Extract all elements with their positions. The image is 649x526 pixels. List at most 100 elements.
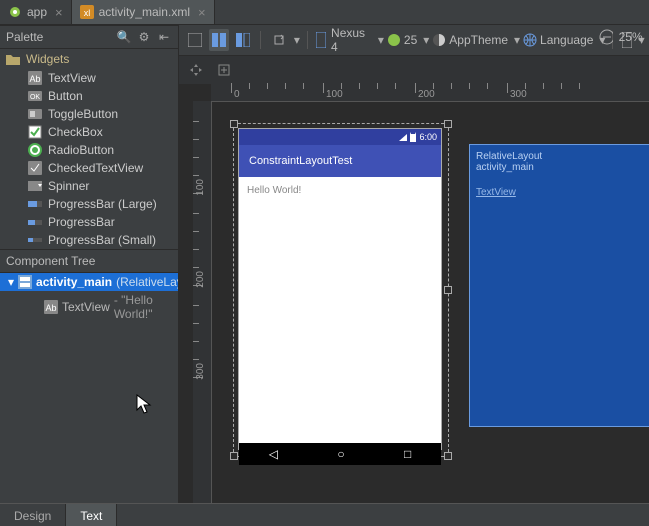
collapse-icon[interactable]: ⇤: [156, 30, 172, 44]
gear-icon[interactable]: ⚙: [136, 30, 152, 44]
palette-item[interactable]: CheckedTextView: [0, 159, 178, 177]
battery-icon: [410, 132, 416, 142]
widget-icon: Ab: [28, 71, 42, 85]
language-selector[interactable]: Language▾: [540, 33, 605, 47]
nav-home-icon[interactable]: ○: [337, 447, 344, 461]
tab-text[interactable]: Text: [66, 504, 117, 526]
palette-item[interactable]: CheckBox: [0, 123, 178, 141]
widgets-folder[interactable]: Widgets: [0, 49, 178, 69]
chevron-down-icon[interactable]: ▾: [294, 33, 300, 47]
resize-handle[interactable]: [230, 120, 238, 128]
tab-activity-main[interactable]: xl activity_main.xml ×: [72, 0, 215, 24]
tab-design[interactable]: Design: [0, 504, 66, 526]
design-toolbar-2: 25%: [179, 56, 649, 84]
svg-text:Ab: Ab: [29, 74, 40, 84]
close-icon[interactable]: ×: [55, 5, 63, 20]
chevron-down-icon: ▾: [514, 33, 520, 47]
canvas[interactable]: 0100200300 100200300 6:00: [179, 83, 649, 503]
palette-item-label: ProgressBar (Large): [48, 197, 157, 211]
view-blueprint-icon[interactable]: [232, 29, 253, 51]
chevron-down-icon: ▾: [423, 33, 429, 47]
tab-app[interactable]: app ×: [0, 0, 72, 24]
panel-title: Component Tree: [6, 254, 172, 268]
widget-icon: [28, 161, 42, 175]
component-name: activity_main: [36, 275, 112, 289]
component-name: TextView: [62, 300, 110, 314]
palette-item-label: TextView: [48, 71, 96, 85]
resize-handle[interactable]: [444, 452, 452, 460]
ruler-horizontal: 0100200300: [211, 83, 649, 102]
orientation-icon[interactable]: [268, 29, 289, 51]
nav-bar: ◁ ○ □: [239, 443, 441, 465]
app-bar: ConstraintLayoutTest: [239, 145, 441, 177]
palette-header: Palette 🔍 ⚙ ⇤: [0, 25, 178, 49]
close-icon[interactable]: ×: [198, 5, 206, 20]
palette-item-label: CheckedTextView: [48, 161, 143, 175]
editor-tabs: app × xl activity_main.xml ×: [0, 0, 649, 25]
blueprint-subtitle: activity_main: [476, 162, 644, 173]
component-tree-child[interactable]: Ab TextView - "Hello World!": [0, 291, 178, 323]
app-title: ConstraintLayoutTest: [249, 155, 352, 167]
nav-back-icon[interactable]: ◁: [269, 447, 278, 461]
widget-icon: [28, 125, 42, 139]
widget-icon: OK: [28, 89, 42, 103]
hello-text[interactable]: Hello World!: [247, 185, 301, 196]
resize-handle[interactable]: [230, 452, 238, 460]
folder-label: Widgets: [26, 52, 69, 66]
zoom-out-icon[interactable]: [599, 30, 613, 44]
palette-item[interactable]: ToggleButton: [0, 105, 178, 123]
layout-icon: [18, 275, 32, 289]
blueprint-title: RelativeLayout: [476, 151, 644, 162]
design-panel: ▾ Nexus 4▾ 25▾ AppTheme▾ Language▾ ▾ 25%: [179, 25, 649, 503]
palette-item[interactable]: OK Button: [0, 87, 178, 105]
android-icon: [387, 33, 401, 47]
globe-icon: [523, 33, 537, 47]
widget-icon: [28, 197, 42, 211]
theme-selector[interactable]: AppTheme▾: [449, 33, 520, 47]
status-time: 6:00: [419, 132, 437, 142]
ruler-vertical: 100200300: [193, 101, 212, 503]
svg-text:Ab: Ab: [45, 303, 56, 313]
resize-handle[interactable]: [444, 120, 452, 128]
palette-item-label: Button: [48, 89, 83, 103]
palette-item[interactable]: Ab TextView: [0, 69, 178, 87]
widget-icon: [28, 233, 42, 247]
palette-item[interactable]: ProgressBar (Large): [0, 195, 178, 213]
pan-icon[interactable]: [185, 59, 207, 81]
phone-content[interactable]: Hello World!: [239, 177, 441, 443]
palette-item-label: Spinner: [48, 179, 89, 193]
search-icon[interactable]: 🔍: [116, 30, 132, 44]
palette-item-label: ToggleButton: [48, 107, 118, 121]
blueprint-preview[interactable]: RelativeLayout activity_main TextView: [469, 144, 649, 427]
palette-body: Widgets Ab TextView OK Button ToggleButton Ch…: [0, 49, 178, 249]
palette-item-label: ProgressBar (Small): [48, 233, 156, 247]
palette-item[interactable]: ProgressBar: [0, 213, 178, 231]
blueprint-textview[interactable]: TextView: [476, 187, 644, 198]
device-selector[interactable]: Nexus 4▾: [331, 26, 384, 54]
api-selector[interactable]: 25▾: [404, 33, 429, 47]
add-icon[interactable]: [213, 59, 235, 81]
palette-item[interactable]: ProgressBar (Small): [0, 231, 178, 249]
palette-item[interactable]: RadioButton: [0, 141, 178, 159]
view-design-icon[interactable]: [185, 29, 206, 51]
theme-icon: [432, 33, 446, 47]
chevron-down-icon: ▾: [378, 33, 384, 47]
zoom-value: 25%: [619, 30, 643, 44]
xml-icon: xl: [80, 5, 94, 19]
folder-icon: [6, 52, 20, 66]
device-preview[interactable]: 6:00 ConstraintLayoutTest Hello World! ◁…: [239, 129, 441, 449]
textview-icon: Ab: [44, 300, 58, 314]
view-both-icon[interactable]: [209, 29, 230, 51]
component-tree-root[interactable]: ▾ activity_main (RelativeLayout): [0, 273, 178, 291]
svg-text:xl: xl: [83, 8, 90, 18]
design-toolbar: ▾ Nexus 4▾ 25▾ AppTheme▾ Language▾ ▾: [179, 25, 649, 56]
expand-icon[interactable]: ▾: [8, 275, 14, 289]
widget-icon: [28, 107, 42, 121]
resize-handle[interactable]: [444, 286, 452, 294]
palette-item[interactable]: Spinner: [0, 177, 178, 195]
widget-icon: [28, 143, 42, 157]
device-icon: [315, 33, 328, 47]
panel-title: Palette: [6, 30, 112, 44]
nav-recent-icon[interactable]: □: [404, 447, 411, 461]
widget-icon: [28, 179, 42, 193]
